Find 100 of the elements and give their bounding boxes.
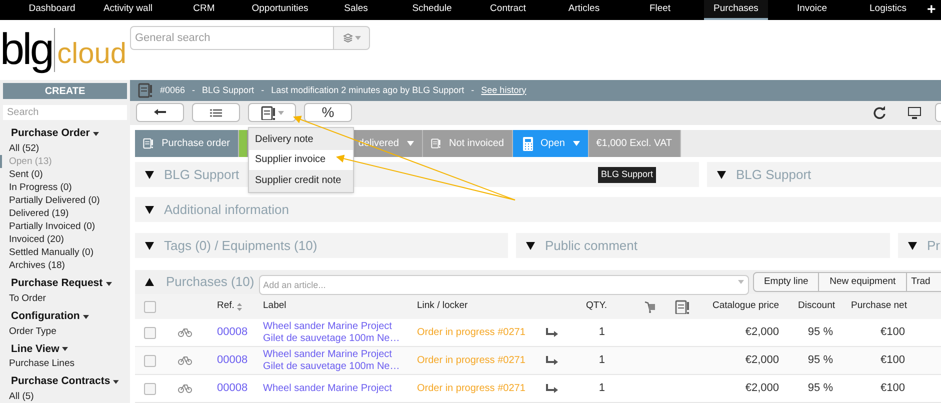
bicycle-icon <box>178 384 192 393</box>
nav-tab[interactable]: Dashboard <box>20 0 84 20</box>
table-cell: €2,000 <box>745 354 779 366</box>
toolbar-button[interactable]: New equipment <box>819 272 908 292</box>
ref-link[interactable]: 00008 <box>217 354 248 366</box>
back-button[interactable] <box>136 103 184 122</box>
section-heading[interactable]: Configuration <box>11 308 80 324</box>
sidebar-item[interactable]: Archives (18) <box>0 259 127 272</box>
documents-icon <box>260 106 274 120</box>
column-header[interactable]: Label <box>251 299 405 314</box>
percent-button[interactable]: % <box>304 103 352 122</box>
sidebar-item[interactable]: Sent (0) <box>0 168 127 181</box>
table-cell: €2,000 <box>745 326 779 338</box>
status-label: Not invoiced <box>448 137 504 151</box>
checkbox[interactable] <box>144 300 156 312</box>
label-link[interactable]: Wheel sander Marine Project <box>263 348 405 360</box>
label-link[interactable]: Wheel sander Marine Project <box>263 382 405 394</box>
ref-link[interactable]: 00008 <box>217 382 248 394</box>
layers-icon <box>342 33 352 43</box>
toolbar-button[interactable]: Empty line <box>753 272 820 292</box>
refresh-icon <box>873 106 886 120</box>
label-link[interactable]: Wheel sander Marine Project <box>263 320 405 332</box>
sidebar-item[interactable]: To Order <box>0 292 127 305</box>
column-header[interactable]: Purchase net <box>851 300 907 312</box>
separator: - <box>192 84 196 97</box>
nav-tab[interactable]: Sales <box>324 0 388 20</box>
column-header[interactable]: Ref. <box>217 299 234 314</box>
nav-tab[interactable]: Articles <box>552 0 616 20</box>
filter-button[interactable] <box>334 26 370 50</box>
sort-icon <box>237 302 242 310</box>
documents-dropdown-button[interactable] <box>248 103 296 122</box>
list-button[interactable] <box>192 103 240 122</box>
search-field[interactable]: General search <box>130 26 334 50</box>
tooltip: BLG Support <box>598 167 656 182</box>
article-field[interactable]: Add an article... <box>259 275 750 295</box>
section-heading[interactable]: Purchase Order <box>11 126 90 142</box>
section-heading[interactable]: Purchase Request <box>11 276 103 292</box>
document-icon <box>138 82 153 98</box>
panel-title: Pr <box>927 236 940 255</box>
table-cell: €100 <box>880 354 905 366</box>
sidebar-item[interactable]: All (5) <box>0 390 127 403</box>
list-icon <box>210 108 222 117</box>
nav-tab[interactable]: Schedule <box>400 0 464 20</box>
sidebar-item[interactable]: Order Type <box>0 324 127 338</box>
menu-item[interactable]: Supplier invoice <box>249 150 353 170</box>
sidebar-item[interactable]: Settled Manually (0) <box>0 246 127 259</box>
panel-title: Additional information <box>164 200 290 219</box>
status-label: €1,000 Excl. VAT <box>596 137 672 151</box>
nav-tab[interactable]: CRM <box>172 0 236 20</box>
nav-tab[interactable]: Activity wall <box>96 0 160 20</box>
sidebar-item[interactable]: Partially Invoiced (0) <box>0 220 127 233</box>
logo[interactable]: blg cloud <box>0 28 126 72</box>
table-cell: 1 <box>598 354 605 366</box>
caret-icon <box>354 36 360 40</box>
label-link[interactable]: Gilet de sauvetage 100m Ne… <box>263 332 405 344</box>
nav-tab[interactable]: Contract <box>476 0 540 20</box>
nav-tab[interactable]: Opportunities <box>248 0 312 20</box>
column-header[interactable]: Catalogue price <box>712 300 779 312</box>
toolbar-button[interactable]: Trad <box>907 272 941 292</box>
invoice-icon <box>675 300 689 314</box>
sidebar-item[interactable]: All (52) <box>0 142 127 155</box>
invoice-icon <box>431 136 441 151</box>
sidebar-item[interactable]: Partially Delivered (0) <box>0 194 127 207</box>
separator: - <box>261 84 264 97</box>
column-header[interactable]: Discount <box>798 300 835 312</box>
hand-truck-icon <box>644 300 656 312</box>
checkbox[interactable] <box>144 382 156 394</box>
add-button[interactable]: + <box>927 0 936 20</box>
section-heading[interactable]: Line View <box>11 342 60 358</box>
caret-icon <box>573 141 580 146</box>
sidebar-item[interactable]: Invoiced (20) <box>0 233 127 246</box>
panel-title: BLG Support <box>164 166 240 184</box>
section-heading[interactable]: Purchase Contracts <box>11 374 110 390</box>
sidebar-item[interactable]: Purchase Lines <box>0 357 127 370</box>
label-link[interactable]: Gilet de sauvetage 100m Ne… <box>263 360 405 372</box>
nav-tab[interactable]: Invoice <box>780 0 844 20</box>
caret-icon <box>738 280 744 284</box>
table-cell: 1 <box>598 326 605 338</box>
bicycle-icon <box>178 328 192 337</box>
nav-tab[interactable]: Fleet <box>628 0 692 20</box>
ref-link[interactable]: 00008 <box>217 326 248 338</box>
modification-text: Last modification 2 minutes ago by BLG Support <box>271 84 464 97</box>
caret-icon <box>106 282 112 286</box>
sidebar-item[interactable]: Delivered (19) <box>0 207 127 220</box>
status-segment[interactable] <box>239 130 247 157</box>
caret-icon <box>407 141 414 146</box>
checkbox[interactable] <box>144 326 156 338</box>
reply-icon <box>154 108 166 117</box>
sidebar-item[interactable]: In Progress (0) <box>0 181 127 194</box>
column-header[interactable]: Link / locker <box>405 299 535 314</box>
forward-icon <box>546 384 558 393</box>
nav-tab[interactable]: Purchases <box>704 0 768 20</box>
status-label: Open <box>540 137 565 151</box>
menu-item[interactable]: Delivery note <box>249 129 353 150</box>
nav-tab[interactable]: Logistics <box>856 0 920 20</box>
column-header[interactable]: QTY. <box>586 300 607 312</box>
caret-icon <box>82 314 89 319</box>
search-field[interactable]: Search <box>3 105 127 120</box>
caret-icon <box>278 110 284 115</box>
checkbox[interactable] <box>144 354 156 366</box>
